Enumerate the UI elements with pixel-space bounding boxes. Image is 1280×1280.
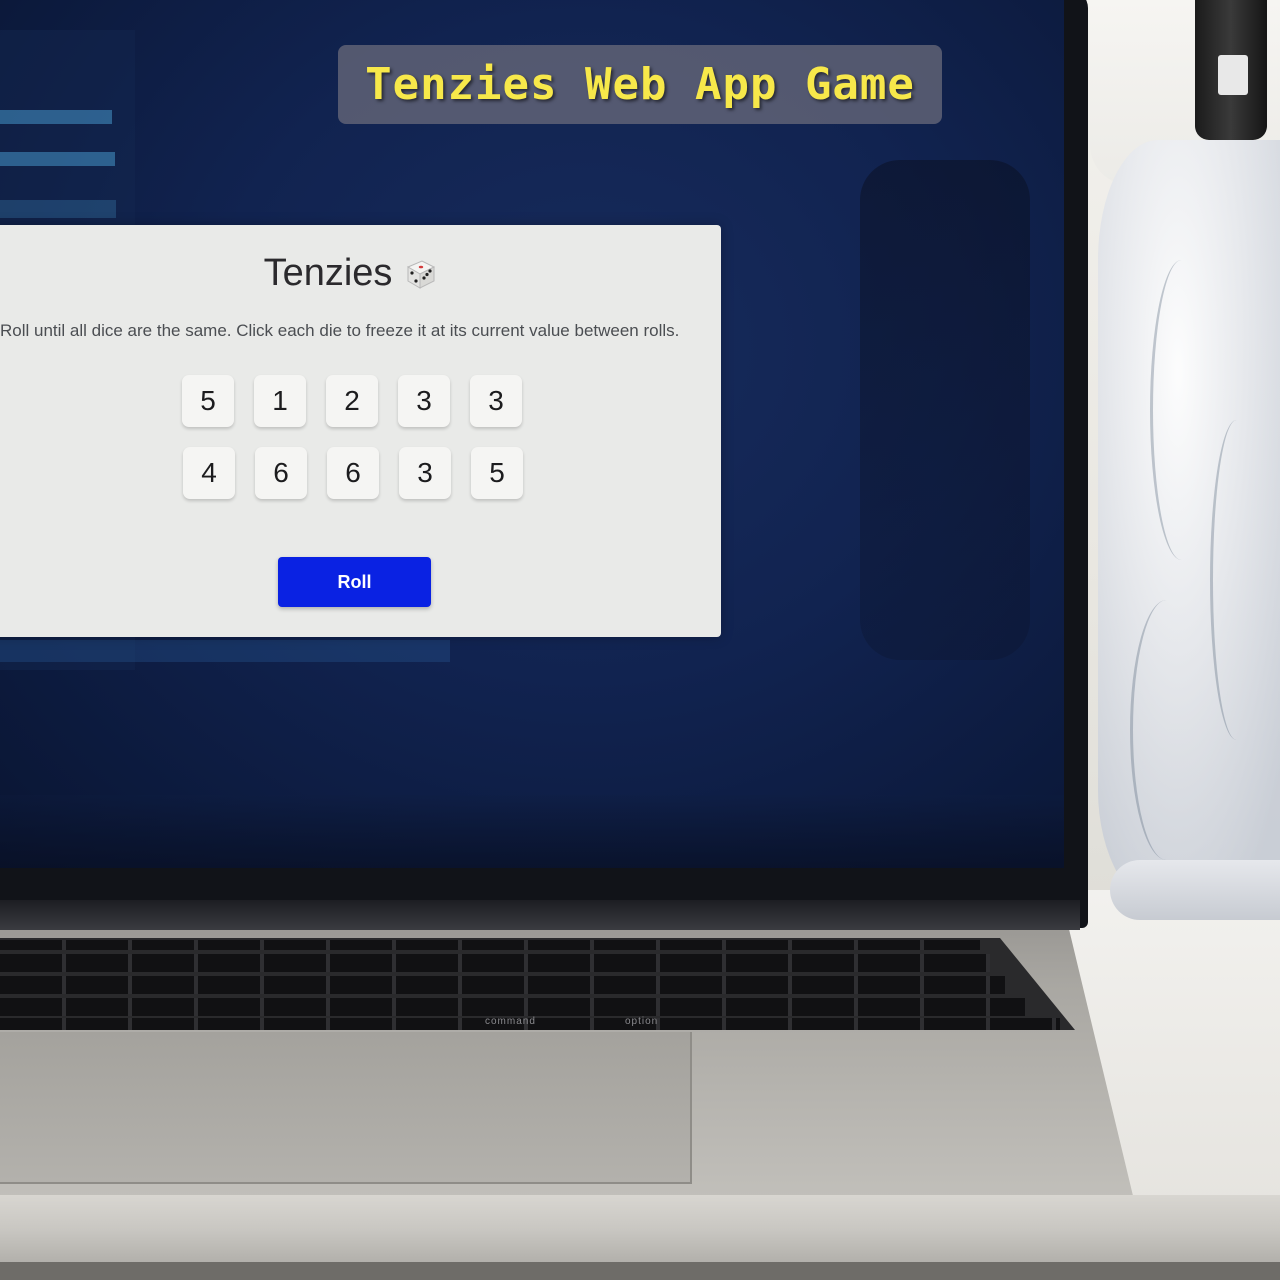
die-10[interactable]: 5 [471,447,523,499]
roll-button[interactable]: Roll [278,557,431,607]
lamp-base [1110,860,1280,920]
background-bar [0,152,115,166]
key-row [0,998,1025,1016]
key-row [0,976,1005,994]
screen-reflection [860,160,1030,660]
screen-bottom-shade [0,795,1064,868]
trackpad [0,1032,692,1184]
die-4[interactable]: 3 [398,375,450,427]
die-1[interactable]: 5 [182,375,234,427]
photo-scene: Tenzies Roll until all dice are the same… [0,0,1280,1280]
dice-grid: 5 1 2 3 3 4 6 6 3 5 [182,375,524,501]
key-row [0,954,990,972]
die-7[interactable]: 6 [255,447,307,499]
die-2[interactable]: 1 [254,375,306,427]
title-row: Tenzies [0,252,700,295]
background-bar [0,200,116,218]
laptop-hinge [0,900,1080,930]
laptop-front-shadow [0,1262,1280,1280]
die-8[interactable]: 6 [327,447,379,499]
lamp-label [1218,55,1248,95]
die-5[interactable]: 3 [470,375,522,427]
lamp-vein [1130,600,1203,860]
option-key-label: option [625,1016,659,1027]
command-key-label: command [485,1016,536,1027]
caption-text: Tenzies Web App Game [365,59,915,110]
keyboard: command option [0,938,1075,1030]
lamp-vein [1150,260,1213,560]
background-bar [0,110,112,124]
instructions-text: Roll until all dice are the same. Click … [0,321,680,340]
caption-banner: Tenzies Web App Game [338,45,942,124]
die-6[interactable]: 4 [183,447,235,499]
game-title: Tenzies [263,252,393,294]
die-icon [404,257,438,291]
lamp-vein [1210,420,1263,740]
die-3[interactable]: 2 [326,375,378,427]
background-strip [0,640,450,662]
die-9[interactable]: 3 [399,447,451,499]
key-row [0,940,980,950]
